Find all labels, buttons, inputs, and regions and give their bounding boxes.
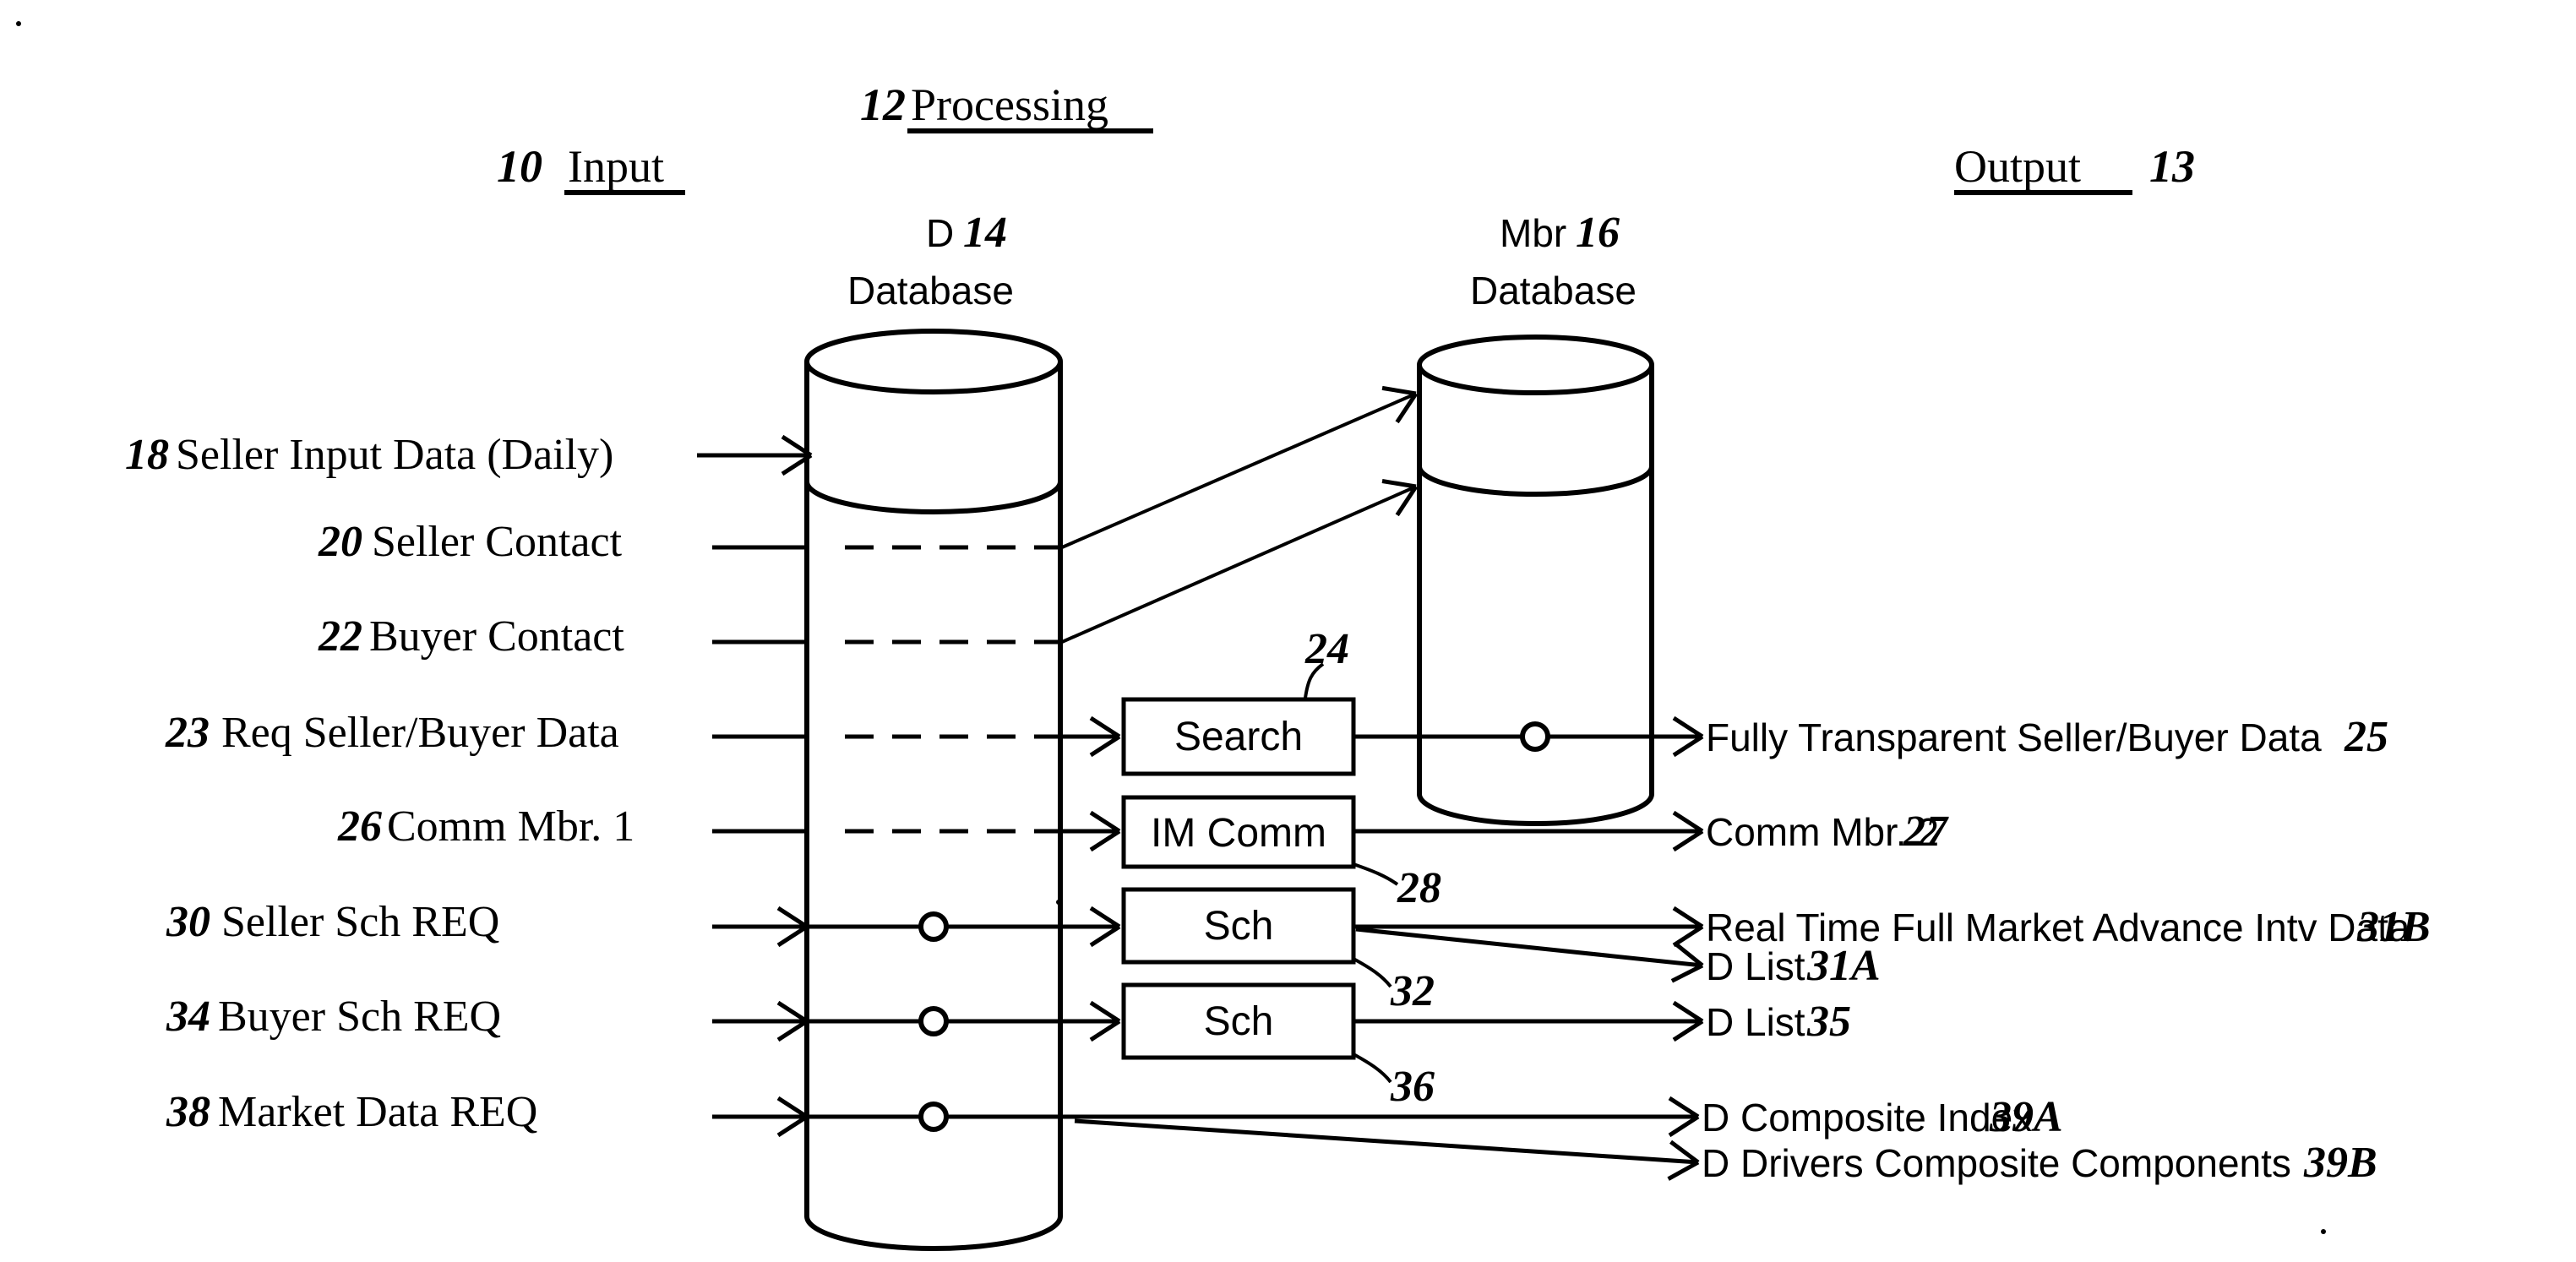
output-31a-ref: 31A — [1806, 942, 1881, 990]
mbr-database-sub: Database — [1470, 269, 1637, 313]
input-22-label: Buyer Contact — [369, 612, 624, 661]
output-row-39a: D Composite Index 39A — [1060, 1093, 2063, 1141]
input-30-label: Seller Sch REQ — [221, 898, 499, 946]
output-35-ref: 35 — [1806, 998, 1851, 1046]
mbr-database-ref: 16 — [1576, 209, 1620, 257]
d-cyl-bottom-arc — [804, 1216, 1063, 1251]
output-39b-wire — [1074, 1118, 1699, 1165]
d-database-ref: 14 — [963, 209, 1007, 257]
input-26-label: Comm Mbr. 1 — [387, 802, 634, 851]
header-output-label: Output — [1954, 141, 2081, 192]
transfer-arrow-upper — [1061, 392, 1417, 549]
input-20-label: Seller Contact — [372, 518, 623, 566]
process-box-search[interactable]: Search 24 — [1121, 625, 1356, 776]
transfer-arrow-lower — [1061, 485, 1417, 644]
output-row-25: Fully Transparent Seller/Buyer Data 25 — [1353, 713, 2388, 761]
mbr-cyl-band-arc — [1417, 465, 1654, 497]
process-box-sch-seller-leader — [1353, 957, 1392, 988]
input-row-20: 20 Seller Contact — [318, 518, 1060, 566]
input-38-junction-node — [918, 1102, 949, 1132]
process-box-sch-buyer-ref: 36 — [1390, 1063, 1435, 1111]
mbr-cyl-top-ellipse — [1417, 335, 1654, 395]
input-30-junction-node — [918, 911, 949, 942]
input-row-26: 26 Comm Mbr. 1 — [337, 802, 1119, 851]
d-database-sub: Database — [847, 269, 1014, 313]
process-box-sch-buyer[interactable]: Sch 36 — [1121, 982, 1435, 1111]
input-row-38: 38 Market Data REQ — [166, 1088, 1060, 1136]
output-31b-ref: 31B — [2356, 903, 2431, 951]
header-output-ref: 13 — [2149, 141, 2195, 192]
input-row-30: 30 Seller Sch REQ — [166, 898, 1119, 946]
output-31a-label: D List — [1706, 944, 1805, 988]
output-39a-label: D Composite Index — [1702, 1096, 2032, 1140]
process-box-sch-seller-label: Sch — [1204, 904, 1274, 949]
output-25-ref: 25 — [2344, 713, 2388, 761]
process-box-search-ref: 24 — [1304, 625, 1349, 673]
input-38-label: Market Data REQ — [218, 1088, 537, 1136]
process-box-im-comm-ref: 28 — [1397, 864, 1441, 912]
input-23-ref: 23 — [165, 709, 210, 757]
output-39b-ref: 39B — [2303, 1139, 2377, 1187]
d-database-caption: D 14 Database — [847, 209, 1014, 313]
process-box-im-comm-leader — [1353, 862, 1399, 886]
d-cyl-band-arc — [804, 481, 1063, 514]
output-35-label: D List — [1706, 1000, 1805, 1044]
output-25-label: Fully Transparent Seller/Buyer Data — [1706, 715, 2322, 759]
process-box-search-label: Search — [1174, 715, 1303, 759]
figure-svg: 12 Processing 10 Input Output 13 D 14 Da… — [16, 21, 2431, 1251]
input-18-label: Seller Input Data (Daily) — [176, 431, 613, 479]
input-row-23: 23 Req Seller/Buyer Data — [165, 709, 1119, 757]
output-39a-ref: 39A — [1989, 1093, 2063, 1141]
header-processing: 12 Processing — [860, 79, 1153, 133]
patent-figure-canvas: 12 Processing 10 Input Output 13 D 14 Da… — [0, 0, 2576, 1258]
d-database-prefix: D — [926, 211, 954, 255]
mbr-cyl-bottom-arc — [1417, 793, 1654, 826]
process-box-im-comm-label: IM Comm — [1151, 811, 1326, 856]
input-30-ref: 30 — [166, 898, 210, 946]
output-row-27: Comm Mbr. 2 27 — [1353, 808, 1949, 856]
output-25-junction-node — [1520, 721, 1550, 752]
output-31a-wire — [1355, 927, 1703, 968]
input-34-label: Buyer Sch REQ — [218, 993, 501, 1041]
output-27-ref: 27 — [1903, 808, 1949, 856]
scan-speck-top-left — [16, 21, 21, 26]
mbr-database-caption: Mbr 16 Database — [1470, 209, 1637, 313]
input-row-18: 18 Seller Input Data (Daily) — [125, 431, 811, 479]
process-box-sch-buyer-leader — [1353, 1053, 1392, 1084]
input-22-ref: 22 — [318, 612, 362, 661]
d-to-mbr-transfer-arrows — [1061, 377, 1424, 644]
input-18-ref: 18 — [125, 431, 169, 479]
scan-speck-bottom-right — [2321, 1229, 2326, 1234]
mbr-database-prefix: Mbr — [1500, 211, 1566, 255]
header-input: 10 Input — [497, 141, 685, 195]
process-box-sch-buyer-label: Sch — [1204, 999, 1274, 1044]
header-processing-label: Processing — [911, 79, 1108, 130]
input-26-ref: 26 — [337, 802, 382, 851]
input-34-junction-node — [918, 1006, 949, 1036]
header-processing-ref: 12 — [860, 79, 906, 130]
input-34-ref: 34 — [166, 993, 210, 1041]
d-cyl-top-ellipse — [804, 329, 1063, 394]
process-box-sch-seller-ref: 32 — [1390, 967, 1435, 1015]
output-39b-label: D Drivers Composite Components — [1702, 1141, 2291, 1185]
header-output: Output 13 — [1954, 141, 2195, 195]
header-input-label: Input — [568, 141, 664, 192]
input-row-22: 22 Buyer Contact — [318, 612, 1060, 661]
input-38-ref: 38 — [166, 1088, 210, 1136]
input-20-ref: 20 — [318, 518, 362, 566]
input-row-34: 34 Buyer Sch REQ — [166, 993, 1119, 1041]
scan-speck-mid — [1056, 900, 1061, 905]
input-23-label: Req Seller/Buyer Data — [221, 709, 619, 757]
header-input-ref: 10 — [497, 141, 542, 192]
